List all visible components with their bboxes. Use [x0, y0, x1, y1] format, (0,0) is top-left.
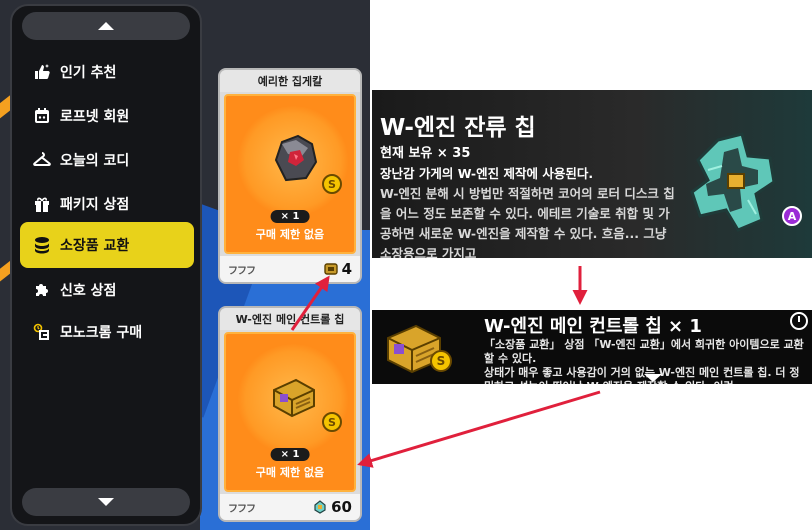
item-quantity: × 1: [270, 210, 310, 223]
item-detail-title: W-엔진 잔류 칩: [380, 115, 536, 141]
rock-ore-icon: [274, 134, 318, 182]
arrow-to-card-two: [357, 390, 601, 468]
sidebar-item-label: 인기 추천: [60, 65, 117, 81]
purchase-limit-text: 구매 제한 없음: [255, 228, 325, 241]
item-name: 예리한 집게칼: [220, 70, 360, 92]
item-name: W-엔진 메인 컨트롤 칩: [220, 308, 360, 330]
item-detail-panel: W-엔진 잔류 칩 현재 보유 × 35 장난감 가게의 W-엔진 제작에 사용…: [372, 90, 812, 258]
reward-source-text: 「소장품 교환」 상점 「W-엔진 교환」에서 희귀한 아이템으로 교환할 수 …: [484, 338, 804, 365]
rarity-s-badge: S: [430, 350, 452, 372]
sidebar-item-package-shop[interactable]: 패키지 상점: [20, 184, 194, 224]
price-value: 60: [331, 498, 352, 516]
item-description-body: W-엔진 분해 시 방법만 적절하면 코어의 로터 디스크 칩을 어느 정도 보…: [380, 186, 675, 258]
item-art-area: S × 1 구매 제한 없음: [224, 332, 356, 492]
w-engine-residual-chip-icon: [690, 132, 776, 232]
sidebar-item-signal-shop[interactable]: 신호 상점: [20, 270, 194, 310]
screenshot-root: 인기 추천 로프넷 회원 오늘의 코디 패키지 상점 소장품 교환 신호 상점 …: [0, 0, 812, 530]
hanger-icon: [32, 150, 52, 170]
rank-a-badge: A: [782, 206, 802, 226]
sidebar-item-monochrome-purchase[interactable]: 모노크롬 구매: [20, 312, 194, 352]
price-value: 4: [341, 260, 352, 278]
reward-item-title: W-엔진 메인 컨트롤 칩 × 1: [484, 316, 702, 337]
chip-currency-icon: [323, 263, 338, 275]
sidebar-item-popular[interactable]: 인기 추천: [20, 52, 194, 92]
sidebar-item-label: 오늘의 코디: [60, 153, 130, 169]
rarity-s-badge: S: [322, 412, 342, 432]
shop-item-card[interactable]: W-엔진 메인 컨트롤 칩 S × 1 구매 제한 없음 フフフ 60: [218, 306, 362, 522]
brand-logo: フフフ: [228, 265, 256, 277]
sidebar-item-collectible-exchange[interactable]: 소장품 교환: [20, 222, 194, 268]
sidebar-item-roppnet-member[interactable]: 로프넷 회원: [20, 96, 194, 136]
golden-chip-icon: [273, 378, 315, 418]
item-quantity: × 1: [270, 448, 310, 461]
item-price: 4: [323, 260, 352, 278]
calendar-icon: [32, 106, 52, 126]
exchange-reward-panel: S W-엔진 메인 컨트롤 칩 × 1 「소장품 교환」 상점 「W-엔진 교환…: [372, 310, 812, 384]
scroll-down-button[interactable]: [22, 488, 190, 516]
reward-flavor-text: 상태가 매우 좋고 사용감이 거의 없는 W-엔진 메인 컨트롤 칩. 더 정밀…: [484, 366, 800, 384]
chevron-down-icon: [98, 498, 114, 506]
sidebar-item-label: 소장품 교환: [60, 238, 130, 254]
brand-logo: フフフ: [228, 503, 256, 515]
clock-icon: [790, 312, 808, 330]
item-footer: フフフ 60: [220, 494, 360, 520]
item-description: 장난감 가게의 W-엔진 제작에 사용된다. W-엔진 분해 시 방법만 적절하…: [380, 164, 680, 258]
item-footer: フフフ 4: [220, 256, 360, 282]
sidebar-item-daily-outfit[interactable]: 오늘의 코디: [20, 140, 194, 180]
owned-count: 현재 보유 × 35: [380, 146, 471, 161]
gift-icon: [32, 194, 52, 214]
rarity-s-badge: S: [322, 174, 342, 194]
puzzle-icon: [32, 280, 52, 300]
item-description-lead: 장난감 가게의 W-엔진 제작에 사용된다.: [380, 166, 594, 181]
expand-down-icon[interactable]: [644, 374, 662, 382]
shop-sidebar: 인기 추천 로프넷 회원 오늘의 코디 패키지 상점 소장품 교환 신호 상점 …: [10, 4, 202, 526]
scroll-up-button[interactable]: [22, 12, 190, 40]
shop-item-card[interactable]: 예리한 집게칼 S × 1 구매 제한 없음 フフフ 4: [218, 68, 362, 284]
sidebar-item-label: 신호 상점: [60, 283, 117, 299]
sidebar-item-label: 로프넷 회원: [60, 109, 130, 125]
residual-chip-currency-icon: [314, 500, 326, 514]
coin-stack-icon: [32, 235, 52, 255]
sidebar-item-label: 패키지 상점: [60, 197, 130, 213]
timer-box-icon: [32, 322, 52, 342]
chevron-up-icon: [98, 22, 114, 30]
sidebar-item-label: 모노크롬 구매: [60, 325, 143, 341]
shop-background: 인기 추천 로프넷 회원 오늘의 코디 패키지 상점 소장품 교환 신호 상점 …: [0, 0, 370, 530]
item-price: 60: [313, 498, 352, 516]
item-art-area: S × 1 구매 제한 없음: [224, 94, 356, 254]
purchase-limit-text: 구매 제한 없음: [255, 466, 325, 479]
thumbs-up-icon: [32, 62, 52, 82]
